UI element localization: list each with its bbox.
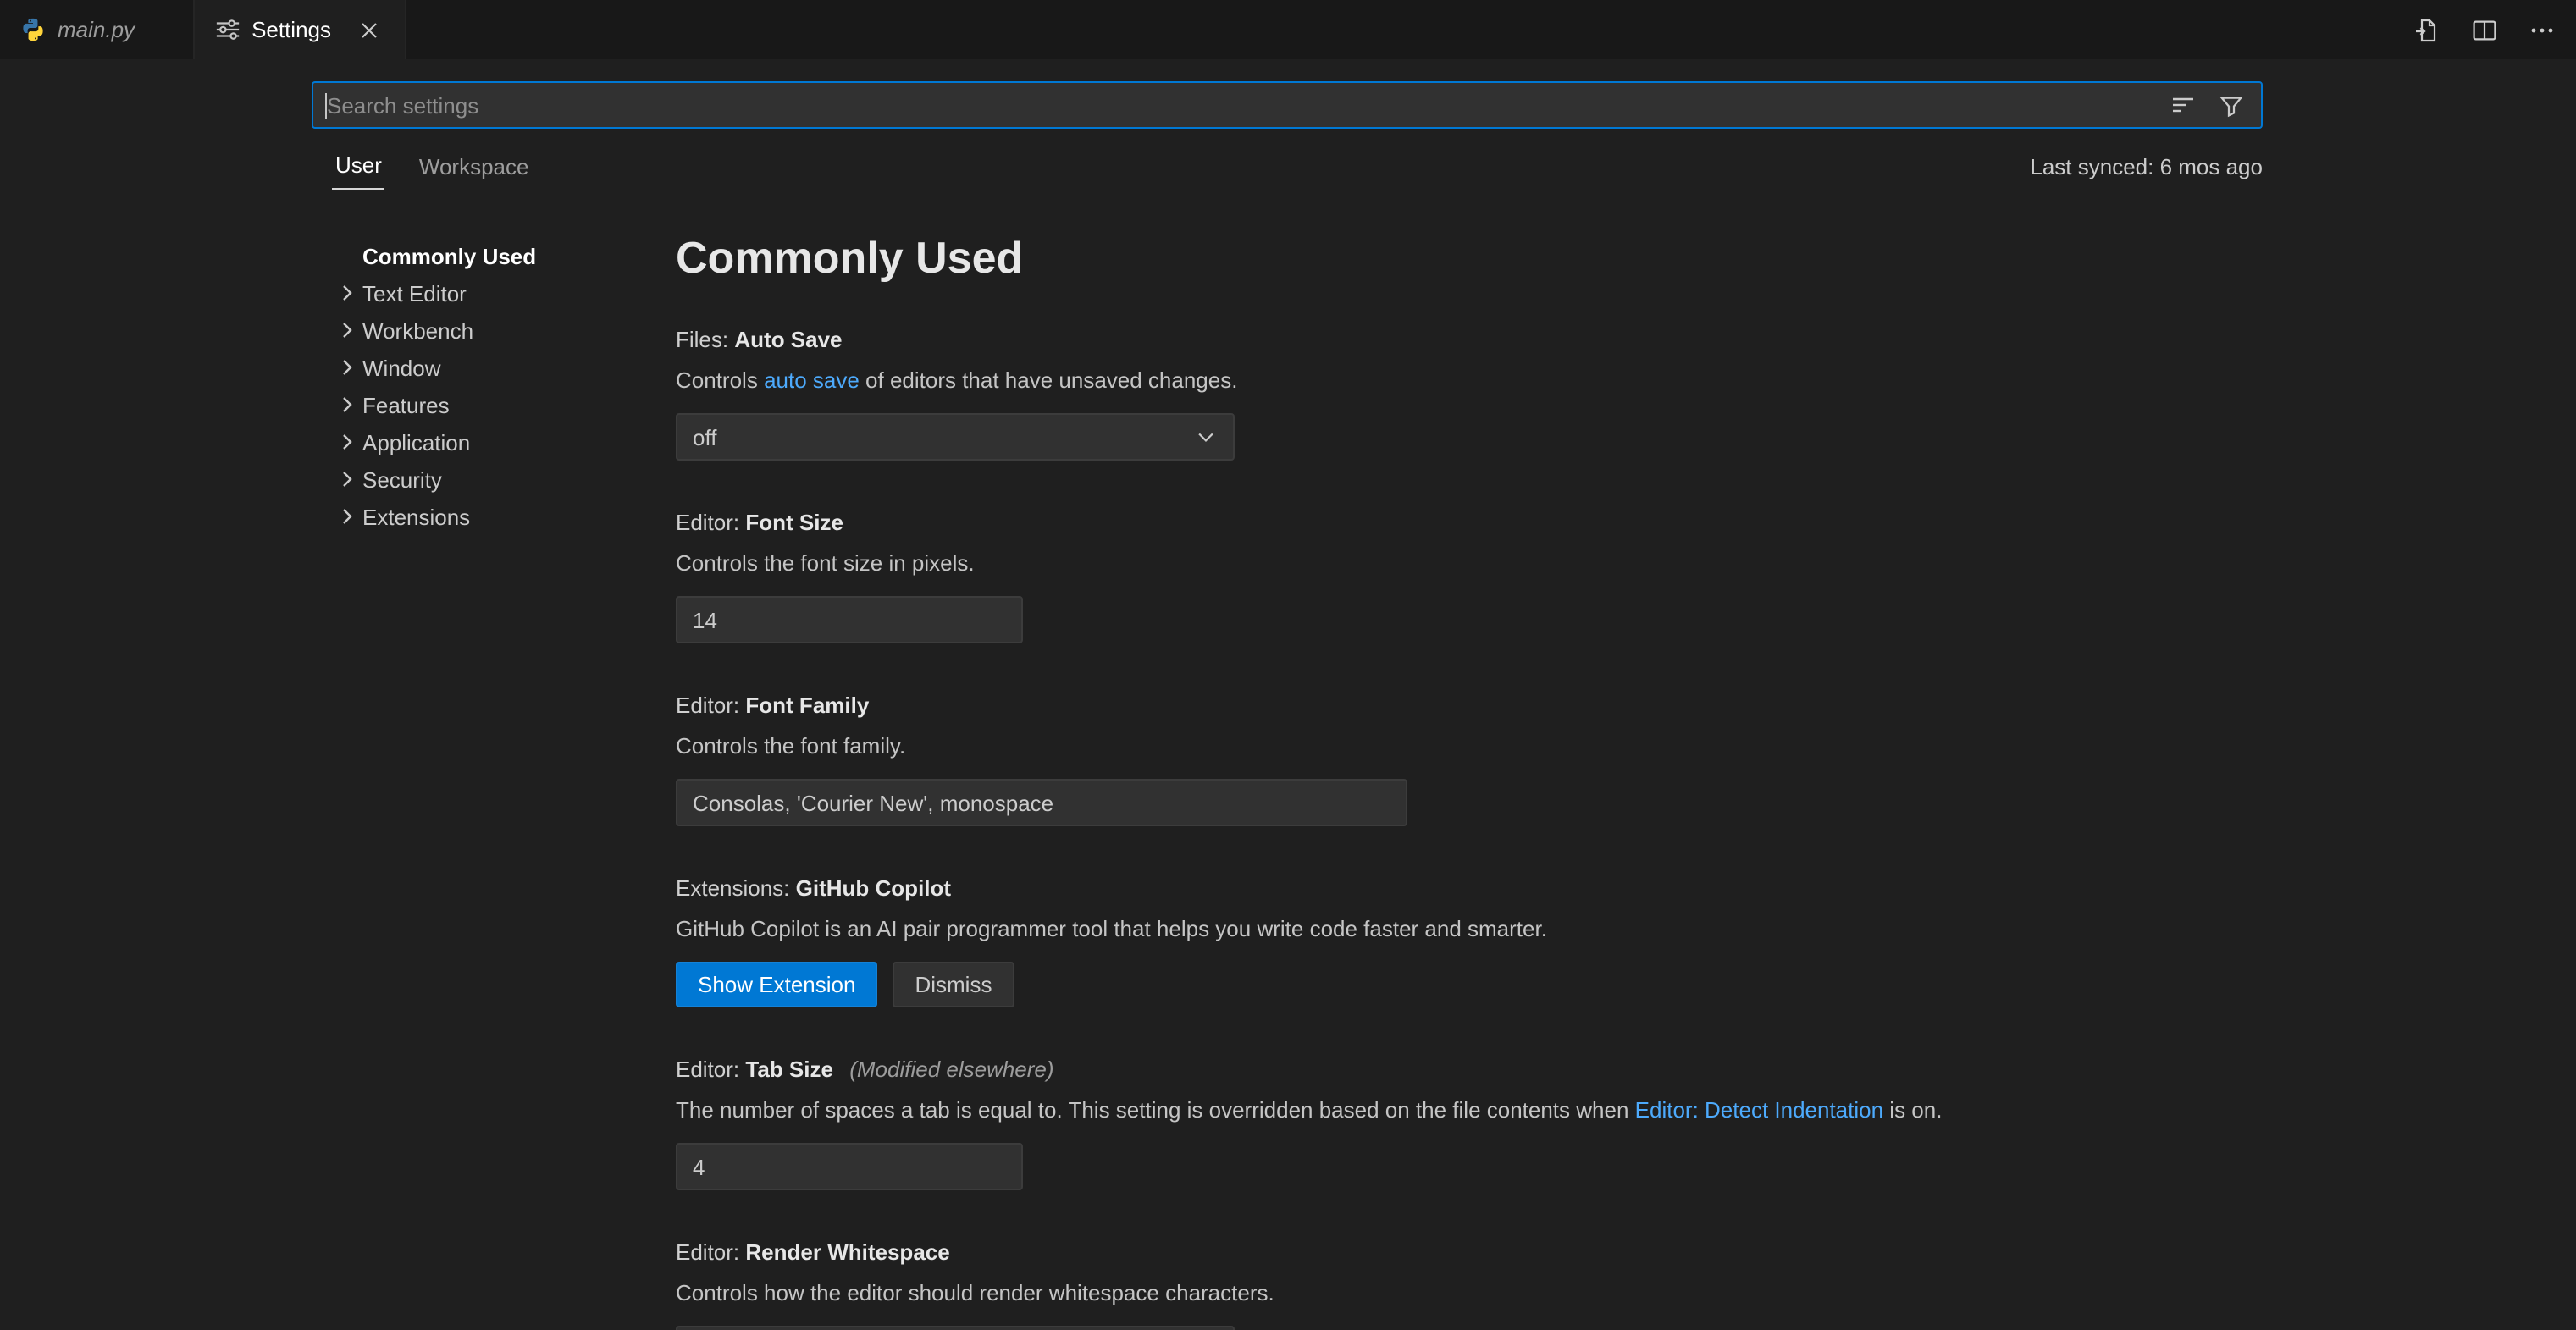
clear-search-icon[interactable] xyxy=(2166,88,2200,122)
editor-actions xyxy=(2410,0,2559,59)
settings-list: Commonly Used Files: Auto Save Controls … xyxy=(676,230,2576,1330)
detect-indentation-link[interactable]: Editor: Detect Indentation xyxy=(1635,1097,1883,1123)
setting-title: Editor: Tab Size (Modified elsewhere) xyxy=(676,1055,2576,1085)
vscode-settings-window: main.py Settings xyxy=(0,0,2576,1330)
search-input[interactable] xyxy=(313,83,2166,127)
settings-body: Commonly Used Text Editor Workbench Wind… xyxy=(0,190,2576,1330)
setting-description: Controls the font size in pixels. xyxy=(676,549,2576,579)
toc-item-text-editor[interactable]: Text Editor xyxy=(332,274,676,312)
scope-tab-user[interactable]: User xyxy=(332,152,385,190)
close-tab-icon[interactable] xyxy=(353,14,384,45)
tab-label: main.py xyxy=(58,17,135,42)
setting-editor-font-family: Editor: Font Family Controls the font fa… xyxy=(676,691,2576,826)
settings-sliders-icon xyxy=(214,17,240,42)
font-family-input[interactable] xyxy=(676,779,1407,826)
toc-item-window[interactable]: Window xyxy=(332,349,676,386)
modified-elsewhere-annotation: (Modified elsewhere) xyxy=(849,1057,1053,1082)
render-whitespace-select[interactable] xyxy=(676,1326,1235,1330)
toc-item-security[interactable]: Security xyxy=(332,461,676,498)
chevron-right-icon xyxy=(332,466,362,493)
dismiss-button[interactable]: Dismiss xyxy=(893,962,1014,1007)
chevron-right-icon xyxy=(332,391,362,418)
setting-files-auto-save: Files: Auto Save Controls auto save of e… xyxy=(676,325,2576,461)
scope-tabs-row: User Workspace Last synced: 6 mos ago xyxy=(0,146,2576,190)
filter-icon[interactable] xyxy=(2214,88,2247,122)
split-editor-icon[interactable] xyxy=(2468,13,2501,47)
setting-title: Files: Auto Save xyxy=(676,325,2576,356)
tab-size-input[interactable] xyxy=(676,1143,1023,1190)
chevron-right-icon xyxy=(332,279,362,306)
chevron-down-icon xyxy=(1194,425,1218,449)
setting-editor-font-size: Editor: Font Size Controls the font size… xyxy=(676,508,2576,643)
text-cursor xyxy=(325,93,327,119)
setting-title: Editor: Render Whitespace xyxy=(676,1238,2576,1268)
open-settings-json-icon[interactable] xyxy=(2410,13,2444,47)
chevron-right-icon xyxy=(332,317,362,344)
setting-description: GitHub Copilot is an AI pair programmer … xyxy=(676,914,2576,945)
setting-editor-tab-size: Editor: Tab Size (Modified elsewhere) Th… xyxy=(676,1055,2576,1190)
auto-save-link[interactable]: auto save xyxy=(764,367,860,393)
toc-item-application[interactable]: Application xyxy=(332,423,676,461)
python-file-icon xyxy=(20,17,46,42)
search-actions xyxy=(2166,88,2261,122)
font-size-input[interactable] xyxy=(676,596,1023,643)
toc-item-commonly-used[interactable]: Commonly Used xyxy=(332,237,676,274)
toc-item-workbench[interactable]: Workbench xyxy=(332,312,676,349)
editor-tab-bar: main.py Settings xyxy=(0,0,2576,59)
toc-item-extensions[interactable]: Extensions xyxy=(332,498,676,535)
chevron-right-icon xyxy=(332,428,362,455)
setting-title: Editor: Font Size xyxy=(676,508,2576,538)
setting-title: Editor: Font Family xyxy=(676,691,2576,721)
setting-editor-render-whitespace: Editor: Render Whitespace Controls how t… xyxy=(676,1238,2576,1330)
setting-description: Controls how the editor should render wh… xyxy=(676,1278,2576,1309)
toc-item-features[interactable]: Features xyxy=(332,386,676,423)
show-extension-button[interactable]: Show Extension xyxy=(676,962,877,1007)
tab-settings[interactable]: Settings xyxy=(194,0,406,59)
setting-description: Controls the font family. xyxy=(676,731,2576,762)
chevron-right-icon xyxy=(332,354,362,381)
settings-search-row xyxy=(0,59,2576,146)
setting-title: Extensions: GitHub Copilot xyxy=(676,874,2576,904)
page-title: Commonly Used xyxy=(676,230,2576,284)
setting-description: The number of spaces a tab is equal to. … xyxy=(676,1095,2576,1126)
tab-label: Settings xyxy=(252,17,331,42)
scope-tab-workspace[interactable]: Workspace xyxy=(416,154,533,190)
setting-description: Controls auto save of editors that have … xyxy=(676,366,2576,396)
more-actions-icon[interactable] xyxy=(2525,13,2559,47)
auto-save-select[interactable]: off xyxy=(676,413,1235,461)
sync-status: Last synced: 6 mos ago xyxy=(2030,154,2263,190)
setting-extensions-github-copilot: Extensions: GitHub Copilot GitHub Copilo… xyxy=(676,874,2576,1007)
tab-main-py[interactable]: main.py xyxy=(0,0,194,59)
settings-toc: Commonly Used Text Editor Workbench Wind… xyxy=(332,230,676,1330)
chevron-right-icon xyxy=(332,503,362,530)
settings-search-box xyxy=(312,81,2263,129)
